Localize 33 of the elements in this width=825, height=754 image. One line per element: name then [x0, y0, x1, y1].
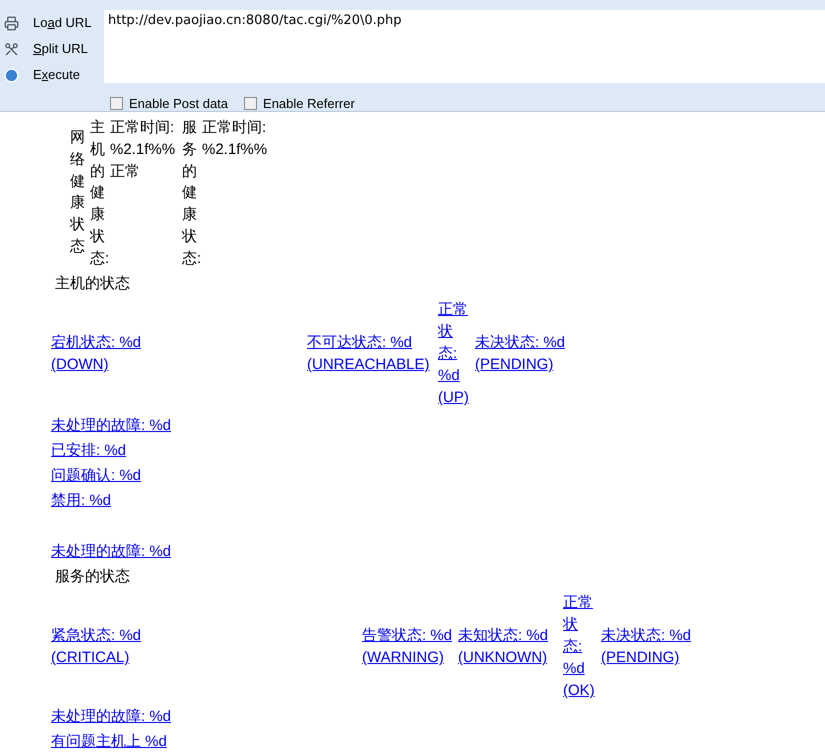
scissors-icon	[4, 42, 19, 56]
status-link[interactable]: 宕机状态: %d (DOWN)	[51, 332, 161, 376]
health-label: 服务的健康状态:	[182, 118, 202, 268]
status-link[interactable]: 正常状态: %d (OK)	[563, 592, 597, 702]
status-link[interactable]: 未决状态: %d (PENDING)	[601, 625, 693, 670]
problem-link[interactable]: 未处理的故障: %d	[51, 540, 172, 563]
problem-link[interactable]: 未处理的故障: %d	[51, 414, 172, 437]
problem-link[interactable]: 禁用: %d	[51, 490, 112, 512]
problem-link[interactable]: 已安排: %d	[51, 440, 126, 462]
status-link[interactable]: 未知状态: %d (UNKNOWN)	[458, 625, 560, 670]
printer-icon	[4, 16, 19, 30]
status-link[interactable]: 紧急状态: %d (CRITICAL)	[51, 625, 161, 670]
problem-link[interactable]: 有问题主机上 %d	[51, 730, 167, 753]
checkbox[interactable]	[110, 97, 123, 110]
health-value: 正常时间: %2.1f%%	[202, 118, 268, 160]
problem-link[interactable]: 未处理的故障: %d	[51, 706, 172, 728]
section-title: 服务的状态	[55, 567, 130, 587]
checkbox[interactable]	[244, 97, 258, 110]
status-link[interactable]: 不可达状态: %d (UNREACHABLE)	[307, 332, 435, 376]
toolbar-button[interactable]: Split URL	[33, 40, 88, 58]
health-value: 正常时间: %2.1f%% 正常	[110, 118, 176, 182]
toolbar-button[interactable]: Execute	[33, 66, 80, 84]
checkbox-label: Enable Referrer	[263, 95, 355, 113]
health-label: 主机的健康状态:	[90, 118, 110, 268]
status-link[interactable]: 告警状态: %d (WARNING)	[362, 625, 454, 670]
toolbar-button[interactable]: Load URL	[33, 14, 92, 32]
section-title: 主机的状态	[55, 274, 130, 294]
checkbox-label: Enable Post data	[129, 95, 228, 113]
url-field[interactable]: http://dev.paojiao.cn:8080/tac.cgi/%20\0.php	[104, 10, 825, 83]
status-link[interactable]: 未决状态: %d (PENDING)	[475, 332, 567, 376]
status-link[interactable]: 正常状态: %d (UP)	[438, 299, 472, 410]
health-title: 网络健康状态	[70, 128, 86, 257]
problem-link[interactable]: 问题确认: %d	[51, 464, 142, 487]
